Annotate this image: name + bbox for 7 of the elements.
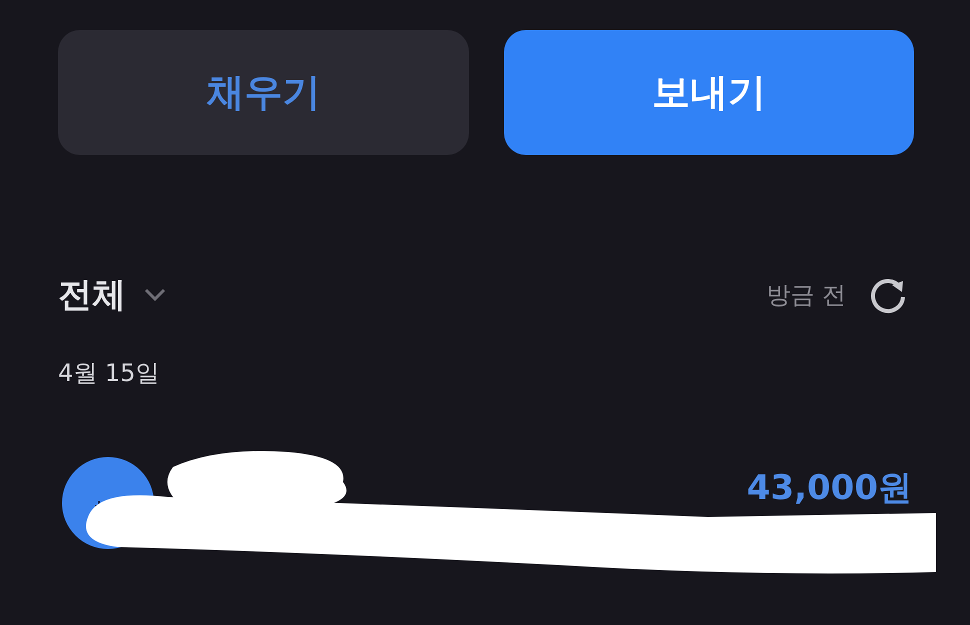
updated-time: 방금 전 [766, 280, 846, 311]
filter-dropdown[interactable]: 전체 [58, 272, 166, 318]
charge-button[interactable]: 채우기 [58, 30, 468, 155]
amount: 43,000원 [746, 467, 912, 510]
chevron-icon [144, 288, 166, 302]
date-label: 4월 15일 [58, 358, 160, 389]
send-button[interactable]: 보내기 [504, 30, 914, 155]
